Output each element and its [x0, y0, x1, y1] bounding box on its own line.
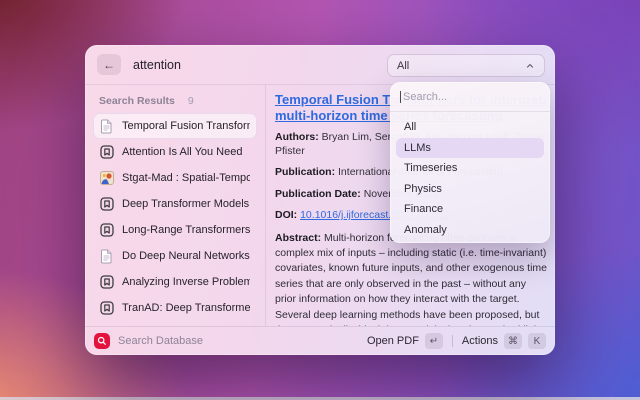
footer-divider — [452, 335, 453, 347]
result-item-label: Long-Range Transformers for D... — [122, 224, 250, 236]
bookmark-icon — [100, 197, 114, 211]
results-section-label: Search Results — [99, 95, 175, 107]
search-query-text[interactable]: attention — [133, 58, 181, 72]
k-key-badge: K — [528, 333, 546, 349]
result-list-item[interactable]: Attention Is All You Need — [93, 139, 257, 165]
text-cursor — [400, 91, 401, 103]
result-item-label: TranAD: Deep Transformer Net... — [122, 302, 250, 314]
open-pdf-button[interactable]: Open PDF — [367, 335, 419, 347]
bookmark-icon — [100, 223, 114, 237]
dropdown-option-anomaly[interactable]: Anomaly — [396, 220, 544, 241]
result-list-item[interactable]: TranAD: Deep Transformer Net... — [93, 295, 257, 321]
result-item-label: Analyzing Inverse Problems with... — [122, 276, 250, 288]
results-section-header: Search Results 9 — [93, 93, 257, 113]
result-list-item[interactable]: Do Deep Neural Networks Contr... — [93, 243, 257, 269]
dropdown-option-timeseries[interactable]: Timeseries — [396, 158, 544, 179]
enter-key-badge: ↵ — [425, 333, 443, 349]
extension-search-icon — [94, 333, 110, 349]
dropdown-option-all[interactable]: All — [396, 117, 544, 138]
results-list: Temporal Fusion Transformers f... Attenti… — [93, 113, 257, 326]
magnifier-glyph-icon — [97, 336, 107, 346]
cmd-key-badge: ⌘ — [504, 333, 522, 349]
result-item-label: Attention Is All You Need — [122, 146, 242, 158]
actions-button[interactable]: Actions — [462, 335, 498, 347]
result-item-label: Stgat-Mad : Spatial-Temporal Gr... — [122, 172, 250, 184]
result-list-item[interactable]: Temporal Fusion Transformers f... — [93, 113, 257, 139]
publication-label: Publication: — [275, 166, 335, 178]
bookmark-icon — [100, 275, 114, 289]
desktop-background: ← attention All Search Results 9 Tempora… — [0, 0, 640, 400]
search-app-window: ← attention All Search Results 9 Tempora… — [85, 45, 555, 355]
category-filter-select[interactable]: All — [387, 54, 545, 77]
dropdown-option-finance[interactable]: Finance — [396, 199, 544, 220]
bookmark-icon — [100, 301, 114, 315]
bookmark-icon — [100, 145, 114, 159]
result-list-item[interactable]: Long-Range Transformers for D... — [93, 217, 257, 243]
dropdown-search-placeholder: Search... — [403, 91, 447, 103]
result-item-label: Deep Transformer Models for Ti... — [122, 198, 250, 210]
abstract-label: Abstract: — [275, 232, 321, 244]
result-item-label: Do Deep Neural Networks Contr... — [122, 250, 250, 262]
dropdown-search-input[interactable]: Search... — [390, 82, 550, 112]
document-icon — [100, 119, 114, 133]
document-icon — [100, 249, 114, 263]
artwork-icon — [100, 171, 114, 185]
category-dropdown-panel: Search... AllLLMsTimeseriesPhysicsFinanc… — [390, 82, 550, 243]
dropdown-option-physics[interactable]: Physics — [396, 179, 544, 200]
results-sidebar: Search Results 9 Temporal Fusion Transfo… — [85, 85, 266, 326]
abstract-block: Abstract: Multi-horizon forecasting ofte… — [275, 231, 547, 327]
back-button[interactable]: ← — [97, 54, 121, 75]
back-arrow-icon: ← — [103, 58, 115, 72]
publication-date-label: Publication Date: — [275, 188, 361, 200]
dropdown-option-llms[interactable]: LLMs — [396, 138, 544, 159]
chevron-up-icon — [525, 61, 535, 71]
dropdown-option-list: AllLLMsTimeseriesPhysicsFinanceAnomaly — [390, 112, 550, 243]
results-count-badge: 9 — [188, 95, 194, 107]
filter-selected-value: All — [397, 60, 525, 72]
result-list-item[interactable]: Stgat-Mad : Spatial-Temporal Gr... — [93, 165, 257, 191]
result-list-item[interactable]: Deep Transformer Models for Ti... — [93, 191, 257, 217]
footer-search-input[interactable]: Search Database — [118, 335, 367, 347]
abstract-text: Multi-horizon forecasting often contains… — [275, 232, 547, 327]
authors-label: Authors: — [275, 131, 319, 143]
doi-label: DOI: — [275, 209, 297, 221]
window-footer: Search Database Open PDF ↵ Actions ⌘ K — [85, 326, 555, 355]
result-item-label: Temporal Fusion Transformers f... — [122, 120, 250, 132]
result-list-item[interactable]: Analyzing Inverse Problems with... — [93, 269, 257, 295]
footer-actions: Open PDF ↵ Actions ⌘ K — [367, 333, 546, 349]
